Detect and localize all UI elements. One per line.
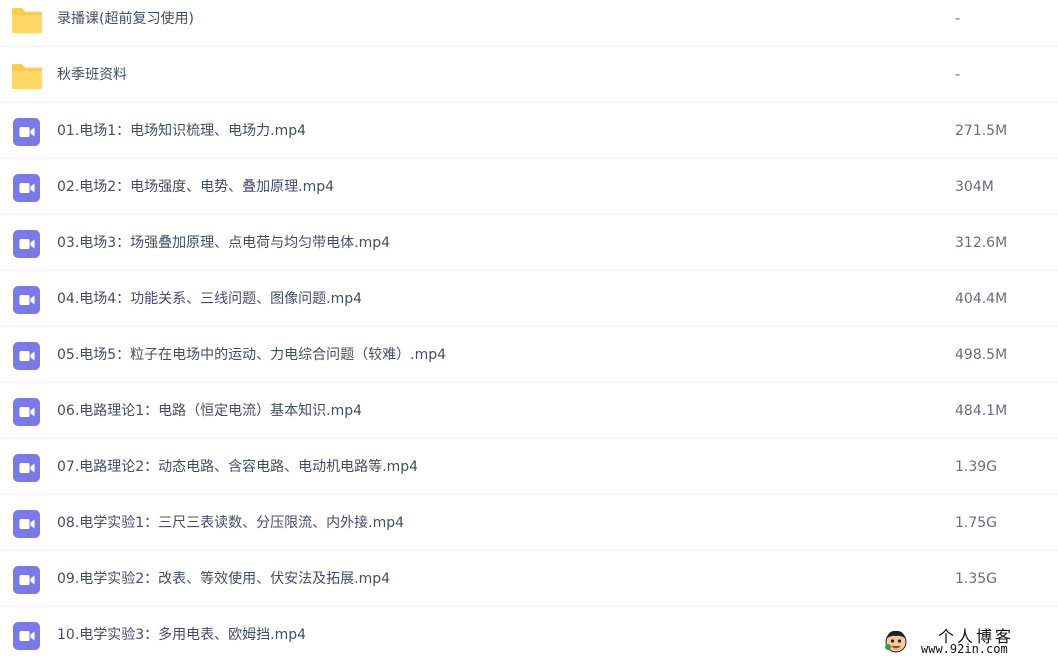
file-name[interactable]: 10.电学实验3：多用电表、欧姆挡.mp4 — [57, 607, 306, 663]
file-list: 录播课(超前复习使用) - 秋季班资料 - 01.电场1：电场知识梳理、电场力.… — [0, 0, 1058, 663]
file-name[interactable]: 03.电场3：场强叠加原理、点电荷与均匀带电体.mp4 — [57, 215, 390, 271]
file-size: 1.75G — [955, 515, 998, 531]
list-item[interactable]: 06.电路理论1：电路（恒定电流）基本知识.mp4 484.1M — [0, 383, 1058, 439]
list-item[interactable]: 08.电学实验1：三尺三表读数、分压限流、内外接.mp4 1.75G — [0, 495, 1058, 551]
file-name[interactable]: 秋季班资料 — [57, 47, 127, 103]
list-item[interactable]: 05.电场5：粒子在电场中的运动、力电综合问题（较难）.mp4 498.5M — [0, 327, 1058, 383]
file-name[interactable]: 05.电场5：粒子在电场中的运动、力电综合问题（较难）.mp4 — [57, 327, 446, 383]
file-size: - — [955, 11, 961, 27]
file-size: 484.1M — [955, 403, 1008, 419]
list-item[interactable]: 09.电学实验2：改表、等效使用、伏安法及拓展.mp4 1.35G — [0, 551, 1058, 607]
file-size: 304M — [955, 179, 994, 195]
list-item[interactable]: 02.电场2：电场强度、电势、叠加原理.mp4 304M — [0, 159, 1058, 215]
video-icon — [11, 340, 43, 372]
file-size: 498.5M — [955, 347, 1008, 363]
video-icon — [11, 284, 43, 316]
file-size: 1.39G — [955, 459, 998, 475]
file-name[interactable]: 08.电学实验1：三尺三表读数、分压限流、内外接.mp4 — [57, 495, 404, 551]
video-icon — [11, 452, 43, 484]
watermark-logo-icon — [883, 628, 909, 654]
file-name[interactable]: 02.电场2：电场强度、电势、叠加原理.mp4 — [57, 159, 334, 215]
video-icon — [11, 396, 43, 428]
folder-icon — [11, 60, 43, 92]
file-size: 404.4M — [955, 291, 1008, 307]
file-size: - — [955, 67, 961, 83]
video-icon — [11, 620, 43, 652]
file-name[interactable]: 01.电场1：电场知识梳理、电场力.mp4 — [57, 103, 306, 159]
folder-icon — [11, 4, 43, 36]
video-icon — [11, 228, 43, 260]
watermark: 个人博客 www.92in.com — [883, 623, 1053, 659]
list-item[interactable]: 录播课(超前复习使用) - — [0, 0, 1058, 47]
watermark-url: www.92in.com — [921, 642, 1008, 656]
file-name[interactable]: 09.电学实验2：改表、等效使用、伏安法及拓展.mp4 — [57, 551, 390, 607]
file-size: 1.35G — [955, 571, 998, 587]
list-item[interactable]: 秋季班资料 - — [0, 47, 1058, 103]
list-item[interactable]: 04.电场4：功能关系、三线问题、图像问题.mp4 404.4M — [0, 271, 1058, 327]
list-item[interactable]: 01.电场1：电场知识梳理、电场力.mp4 271.5M — [0, 103, 1058, 159]
file-name[interactable]: 07.电路理论2：动态电路、含容电路、电动机电路等.mp4 — [57, 439, 418, 495]
file-name[interactable]: 04.电场4：功能关系、三线问题、图像问题.mp4 — [57, 271, 362, 327]
list-item[interactable]: 03.电场3：场强叠加原理、点电荷与均匀带电体.mp4 312.6M — [0, 215, 1058, 271]
video-icon — [11, 116, 43, 148]
file-name[interactable]: 06.电路理论1：电路（恒定电流）基本知识.mp4 — [57, 383, 362, 439]
video-icon — [11, 564, 43, 596]
list-item[interactable]: 07.电路理论2：动态电路、含容电路、电动机电路等.mp4 1.39G — [0, 439, 1058, 495]
video-icon — [11, 172, 43, 204]
file-size: 271.5M — [955, 123, 1008, 139]
file-size: 312.6M — [955, 235, 1008, 251]
file-name[interactable]: 录播课(超前复习使用) — [57, 0, 194, 47]
video-icon — [11, 508, 43, 540]
